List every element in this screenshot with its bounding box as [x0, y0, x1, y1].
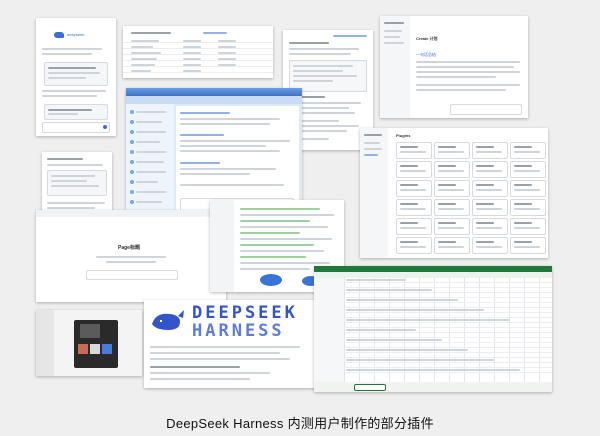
plugin-card[interactable]: [396, 180, 432, 197]
centered-page-input[interactable]: [86, 270, 178, 280]
plugin-card[interactable]: [472, 218, 508, 235]
send-icon[interactable]: [103, 125, 107, 129]
plugin-card[interactable]: [472, 199, 508, 216]
centered-page: Page标题: [36, 210, 226, 302]
plugin-card[interactable]: [510, 218, 546, 235]
node-bubble-icon: [260, 274, 282, 286]
plugin-card[interactable]: [396, 218, 432, 235]
spreadsheet: [314, 266, 552, 392]
plugin-card[interactable]: [472, 142, 508, 159]
plugin-card[interactable]: [434, 218, 470, 235]
banner-line-2: HARNESS: [192, 321, 285, 341]
messenger-window: [126, 88, 302, 218]
plugin-grid: Plugins: [360, 128, 548, 258]
plugin-card[interactable]: [396, 161, 432, 178]
chat-window: deepseek: [36, 18, 116, 136]
chat-input[interactable]: [42, 122, 110, 133]
chat-reply-card: [44, 104, 108, 120]
plugin-card[interactable]: [510, 237, 546, 254]
article-input[interactable]: [450, 104, 522, 115]
brand-label: deepseek: [67, 32, 85, 37]
whale-logo-icon: [54, 32, 64, 38]
chat-message-card: [44, 62, 108, 86]
plugin-card[interactable]: [434, 180, 470, 197]
article-panel: Create 计划 一句话总结: [380, 16, 528, 118]
plugin-card[interactable]: [396, 142, 432, 159]
ascii-banner: DEEPSEEK HARNESS: [144, 300, 324, 388]
sheet-tab[interactable]: [354, 384, 386, 391]
plugin-card[interactable]: [510, 199, 546, 216]
plugin-card[interactable]: [472, 161, 508, 178]
dark-app: [36, 310, 142, 376]
plugin-card[interactable]: [510, 142, 546, 159]
banner-line-1: DEEPSEEK: [192, 303, 298, 323]
centered-page-title: Page标题: [118, 245, 140, 251]
caption: DeepSeek Harness 内测用户制作的部分插件: [166, 416, 434, 431]
plugin-card[interactable]: [434, 161, 470, 178]
plugin-card[interactable]: [472, 237, 508, 254]
plugin-card[interactable]: [510, 180, 546, 197]
article-subtitle: 一句话总结: [416, 52, 436, 57]
collage-board: deepseek Create 计划 一句话总结 Plugins Page标题 …: [28, 4, 572, 396]
plugin-grid-title: Plugins: [396, 133, 411, 138]
plugin-card[interactable]: [434, 237, 470, 254]
plugin-card[interactable]: [510, 161, 546, 178]
whale-icon: [152, 310, 184, 330]
article-title: Create 计划: [416, 36, 438, 41]
plugin-card[interactable]: [434, 142, 470, 159]
plugin-card[interactable]: [472, 180, 508, 197]
plugin-card[interactable]: [434, 199, 470, 216]
table-sheet: [123, 26, 273, 78]
small-doc-card: [47, 170, 107, 196]
plugin-card[interactable]: [396, 199, 432, 216]
plugin-card[interactable]: [396, 237, 432, 254]
